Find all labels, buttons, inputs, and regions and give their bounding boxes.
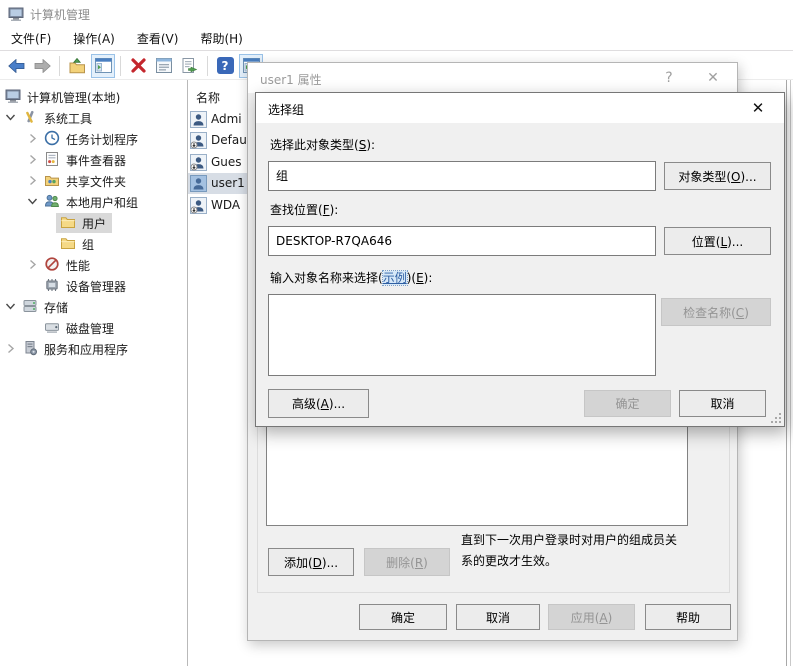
membership-note-line2: 系的更改才生效。 (461, 551, 731, 572)
user-disabled-icon (190, 132, 207, 149)
computer-icon (5, 88, 21, 104)
dialog-close-button[interactable]: ✕ (691, 63, 735, 93)
object-names-label: 输入对象名称来选择(示例)(E): (270, 269, 432, 286)
disk-management-icon (44, 319, 60, 335)
tree-item-users[interactable]: 用户 (0, 213, 187, 233)
show-console-window-icon[interactable] (91, 54, 115, 78)
help-button[interactable]: 帮助 (645, 604, 731, 630)
folder-icon (60, 214, 76, 230)
remove-button: 删除(R) (364, 548, 450, 576)
chevron-expanded-icon[interactable] (27, 196, 38, 207)
chevron-collapsed-icon[interactable] (27, 259, 38, 270)
chevron-collapsed-icon[interactable] (27, 175, 38, 186)
check-names-button: 检查名称(C) (661, 298, 771, 326)
chevron-collapsed-icon[interactable] (5, 343, 16, 354)
device-manager-icon (44, 277, 60, 293)
tree-item-task-scheduler[interactable]: 任务计划程序 (0, 129, 187, 149)
tree-item-performance[interactable]: 性能 (0, 255, 187, 275)
ok-button[interactable]: 确定 (359, 604, 447, 630)
properties-icon[interactable] (152, 54, 176, 78)
apply-button: 应用(A) (548, 604, 635, 630)
locations-button[interactable]: 位置(L)... (664, 227, 771, 255)
select-dialog-titlebar[interactable]: 选择组 ✕ (256, 93, 784, 123)
toolbar-separator (207, 56, 208, 76)
examples-link[interactable]: 示例 (383, 271, 407, 285)
app-icon (8, 6, 24, 22)
system-tools-icon (22, 109, 38, 125)
add-button[interactable]: 添加(D)... (268, 548, 354, 576)
menu-help[interactable]: 帮助(H) (189, 28, 253, 51)
tree-item-computer-management-local[interactable]: 计算机管理(本地) (0, 87, 187, 107)
user-disabled-icon (190, 197, 207, 214)
menu-file[interactable]: 文件(F) (0, 28, 62, 51)
tree-item-system-tools[interactable]: 系统工具 (0, 108, 187, 128)
back-icon[interactable] (4, 54, 28, 78)
toolbar-separator (120, 56, 121, 76)
storage-icon (22, 298, 38, 314)
help-icon[interactable]: ? (213, 54, 237, 78)
event-viewer-icon (44, 151, 60, 167)
export-list-icon[interactable] (178, 54, 202, 78)
membership-note-line1: 直到下一次用户登录时对用户的组成员关 (461, 530, 731, 551)
shared-folders-icon (44, 172, 60, 188)
window-title: 计算机管理 (30, 6, 90, 23)
object-type-field[interactable]: 组 (268, 161, 656, 191)
console-tree-panel: 计算机管理(本地) 系统工具 任务计划程序 事件查看器 (0, 80, 187, 666)
window-titlebar[interactable]: 计算机管理 (0, 0, 793, 28)
dialog-close-button[interactable]: ✕ (736, 93, 780, 123)
properties-dialog-title: user1 属性 (260, 71, 322, 88)
object-type-label: 选择此对象类型(S): (270, 136, 375, 153)
object-types-button[interactable]: 对象类型(O)... (664, 162, 771, 190)
services-icon (22, 340, 38, 356)
window-edge-line (790, 80, 791, 666)
select-dialog-title: 选择组 (268, 101, 304, 118)
resize-grip[interactable] (771, 413, 781, 423)
user-disabled-icon (190, 154, 207, 171)
tree-item-disk-management[interactable]: 磁盘管理 (0, 318, 187, 338)
tree-item-device-manager[interactable]: 设备管理器 (0, 276, 187, 296)
advanced-button[interactable]: 高级(A)... (268, 389, 369, 418)
tree-item-services-and-applications[interactable]: 服务和应用程序 (0, 339, 187, 359)
tree-item-shared-folders[interactable]: 共享文件夹 (0, 171, 187, 191)
tree-item-event-viewer[interactable]: 事件查看器 (0, 150, 187, 170)
select-groups-dialog: 选择组 ✕ 选择此对象类型(S): 组 对象类型(O)... 查找位置(F): … (255, 92, 785, 427)
forward-icon[interactable] (30, 54, 54, 78)
user-icon (190, 111, 207, 128)
chevron-collapsed-icon[interactable] (27, 133, 38, 144)
tree-item-groups[interactable]: 组 (0, 234, 187, 254)
task-scheduler-icon (44, 130, 60, 146)
chevron-expanded-icon[interactable] (5, 112, 16, 123)
chevron-expanded-icon[interactable] (5, 301, 16, 312)
panel-edge-line (786, 80, 787, 666)
cancel-button[interactable]: 取消 (679, 390, 766, 417)
tree-item-local-users-and-groups[interactable]: 本地用户和组 (0, 192, 187, 212)
menu-view[interactable]: 查看(V) (126, 28, 190, 51)
menu-action[interactable]: 操作(A) (62, 28, 126, 51)
delete-icon[interactable] (126, 54, 150, 78)
location-field[interactable]: DESKTOP-R7QA646 (268, 226, 656, 256)
computer-management-window: 计算机管理 文件(F) 操作(A) 查看(V) 帮助(H) (0, 0, 793, 666)
user-selected-icon (190, 175, 207, 192)
toolbar-separator (59, 56, 60, 76)
column-header-name[interactable]: 名称 (196, 89, 220, 106)
local-users-groups-icon (44, 193, 60, 209)
folder-icon (60, 235, 76, 251)
export-folder-icon[interactable] (65, 54, 89, 78)
performance-icon (44, 256, 60, 272)
menu-bar: 文件(F) 操作(A) 查看(V) 帮助(H) (0, 28, 793, 51)
object-names-input[interactable] (268, 294, 656, 376)
dialog-help-button[interactable]: ? (647, 63, 691, 93)
chevron-collapsed-icon[interactable] (27, 154, 38, 165)
location-label: 查找位置(F): (270, 201, 338, 218)
ok-button: 确定 (584, 390, 671, 417)
cancel-button[interactable]: 取消 (456, 604, 540, 630)
tree-item-storage[interactable]: 存储 (0, 297, 187, 317)
properties-dialog-titlebar[interactable]: user1 属性 ? ✕ (248, 63, 737, 93)
